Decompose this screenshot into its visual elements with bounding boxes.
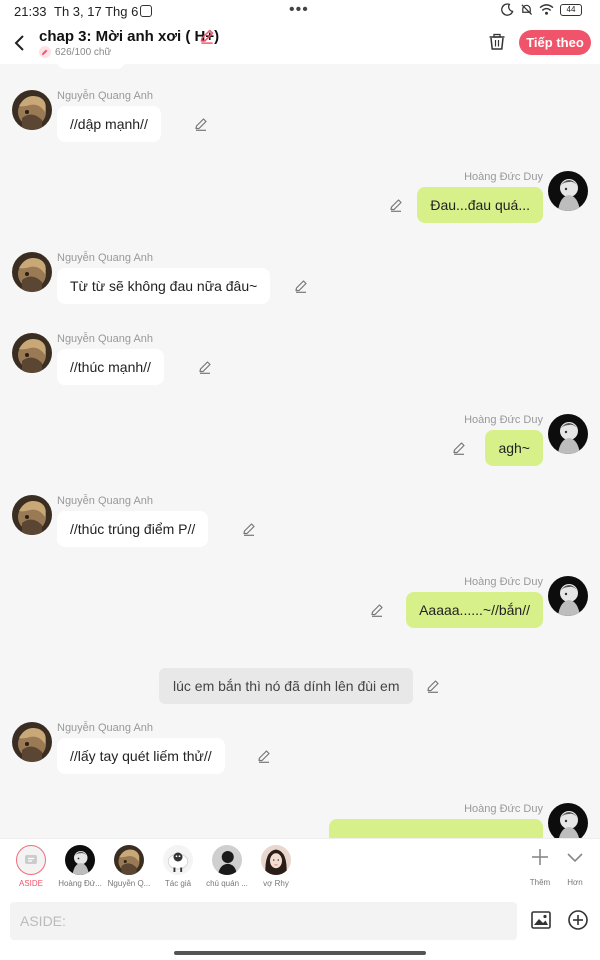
word-count: 626/100 chữ — [39, 46, 111, 58]
message-bubble[interactable]: //dập mạnh// — [57, 106, 161, 142]
avatar-hoang-duc-duy[interactable] — [548, 576, 588, 616]
character-nguyen-quang-anh[interactable]: Nguyễn Q... — [106, 845, 152, 888]
edit-icon[interactable] — [256, 748, 272, 764]
more-button[interactable]: Hơn — [560, 847, 590, 887]
sender-name: Nguyễn Quang Anh — [57, 333, 154, 345]
avatar-nguyen-quang-anh[interactable] — [12, 495, 52, 535]
image-icon[interactable] — [530, 909, 552, 931]
avatar-nguyen-quang-anh[interactable] — [12, 90, 52, 130]
pencil-badge-icon — [39, 46, 51, 58]
sender-name: Nguyễn Quang Anh — [57, 90, 154, 102]
home-indicator — [174, 951, 426, 955]
avatar — [114, 845, 144, 875]
chapter-header: chap 3: Mời anh xơi ( H+) 626/100 chữ Ti… — [0, 24, 600, 64]
app-notification-icon — [140, 5, 152, 17]
mute-bell-icon — [521, 4, 533, 16]
message-bubble[interactable]: Aaaaa......~//bắn// — [406, 592, 543, 628]
message-bubble[interactable]: Đau...đau quá... — [417, 187, 543, 223]
avatar-hoang-duc-duy[interactable] — [548, 171, 588, 211]
avatar — [212, 845, 242, 875]
battery-icon: 44 — [560, 3, 582, 16]
message-bubble[interactable]: //thúc trúng điểm P// — [57, 511, 209, 547]
avatar-hoang-duc-duy[interactable] — [548, 414, 588, 454]
edit-icon[interactable] — [388, 197, 404, 213]
sender-name: Nguyễn Quang Anh — [57, 495, 154, 507]
status-bar: 21:33 Th 3, 17 Thg 6 ••• 44 — [0, 0, 600, 24]
message-bubble[interactable]: agh~ — [485, 430, 543, 466]
character-label: Nguyễn Q... — [107, 879, 151, 888]
wifi-icon — [539, 4, 554, 15]
edit-icon[interactable] — [193, 116, 209, 132]
multitask-dots-icon[interactable]: ••• — [289, 1, 309, 19]
aside-chat-icon — [16, 845, 46, 875]
back-arrow-icon[interactable] — [10, 32, 32, 54]
previous-bubble-stub — [57, 64, 125, 69]
moon-icon — [501, 3, 514, 16]
character-vo-rhy[interactable]: vợ Rhy — [253, 845, 299, 888]
message-input[interactable] — [10, 902, 517, 940]
character-label: chú quán ... — [206, 879, 248, 888]
character-selector: ASIDE Hoàng Đứ... Nguyễn Q... Tác giả ch… — [0, 838, 600, 896]
message-bubble[interactable] — [329, 819, 543, 838]
message-bubble[interactable]: //thúc mạnh// — [57, 349, 164, 385]
word-count-label: 626/100 chữ — [55, 46, 112, 58]
chat-area[interactable]: Nguyễn Quang Anh //dập mạnh// Hoàng Đức … — [0, 64, 600, 838]
sender-name: Hoàng Đức Duy — [464, 576, 543, 588]
clock: 21:33 — [14, 4, 47, 19]
character-aside[interactable]: ASIDE — [8, 845, 54, 888]
avatar-hoang-duc-duy[interactable] — [548, 803, 588, 838]
chevron-down-icon — [567, 853, 583, 863]
edit-icon[interactable] — [293, 278, 309, 294]
edit-icon[interactable] — [425, 678, 441, 694]
character-hoang-duc-duy[interactable]: Hoàng Đứ... — [57, 845, 103, 888]
more-label: Hơn — [567, 878, 583, 887]
sender-name: Hoàng Đức Duy — [464, 414, 543, 426]
message-bubble[interactable]: //lấy tay quét liếm thử// — [57, 738, 225, 774]
avatar — [261, 845, 291, 875]
avatar — [163, 845, 193, 875]
next-chapter-button[interactable]: Tiếp theo — [519, 30, 591, 55]
character-chu-quan[interactable]: chú quán ... — [204, 845, 250, 888]
add-character-button[interactable]: Thêm — [525, 847, 555, 887]
avatar — [65, 845, 95, 875]
character-label: Hoàng Đứ... — [58, 879, 102, 888]
trash-icon[interactable] — [487, 32, 507, 52]
edit-icon[interactable] — [197, 359, 213, 375]
plus-circle-icon[interactable] — [567, 909, 589, 931]
character-tac-gia[interactable]: Tác giả — [155, 845, 201, 888]
edit-title-icon[interactable] — [198, 27, 216, 45]
character-label: vợ Rhy — [263, 879, 289, 888]
character-label: Tác giả — [164, 879, 192, 888]
avatar-nguyen-quang-anh[interactable] — [12, 722, 52, 762]
edit-icon[interactable] — [241, 521, 257, 537]
sender-name: Hoàng Đức Duy — [464, 171, 543, 183]
character-label: ASIDE — [18, 879, 43, 888]
avatar-nguyen-quang-anh[interactable] — [12, 333, 52, 373]
aside-bubble[interactable]: lúc em bắn thì nó đã dính lên đùi em — [159, 668, 414, 704]
add-label: Thêm — [529, 878, 551, 887]
plus-icon — [532, 849, 548, 865]
input-bar — [0, 896, 600, 960]
sender-name: Nguyễn Quang Anh — [57, 722, 154, 734]
date: Th 3, 17 Thg 6 — [54, 4, 139, 19]
edit-icon[interactable] — [451, 440, 467, 456]
message-bubble[interactable]: Từ từ sẽ không đau nữa đâu~ — [57, 268, 271, 304]
avatar-nguyen-quang-anh[interactable] — [12, 252, 52, 292]
sender-name: Hoàng Đức Duy — [464, 803, 543, 815]
system-icons: 44 — [501, 3, 582, 16]
chapter-title: chap 3: Mời anh xơi ( H+) — [39, 28, 220, 45]
sender-name: Nguyễn Quang Anh — [57, 252, 154, 264]
edit-icon[interactable] — [369, 602, 385, 618]
